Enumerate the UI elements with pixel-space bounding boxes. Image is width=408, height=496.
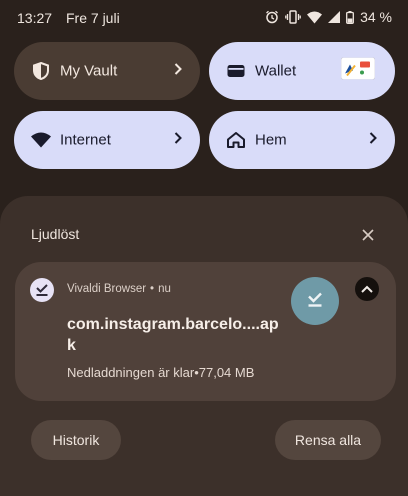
download-done-icon (306, 291, 324, 312)
payment-card-icon (340, 57, 376, 85)
download-complete-button[interactable] (291, 277, 339, 325)
battery-percent: 34 % (360, 9, 392, 25)
history-button[interactable]: Historik (31, 420, 121, 460)
wallet-icon (226, 61, 246, 81)
tile-label: Wallet (255, 62, 297, 80)
status-date: Fre 7 juli (66, 10, 120, 26)
download-done-icon (30, 278, 54, 302)
tile-label: Internet (60, 131, 111, 149)
home-icon (226, 130, 246, 150)
shield-icon (31, 61, 51, 81)
chevron-up-icon (361, 280, 373, 298)
vibrate-icon (285, 10, 301, 24)
notification-title: com.instagram.barcelo....apk (67, 316, 279, 354)
alarm-icon (265, 10, 279, 24)
notification-text: Nedladdningen är klar•77,04 MB (67, 365, 255, 380)
battery-icon (346, 10, 355, 24)
chevron-right-icon (174, 62, 182, 80)
status-icons: 34 % (265, 9, 392, 25)
status-bar: 13:27 Fre 7 juli 34 % (0, 0, 408, 36)
status-time: 13:27 (17, 10, 53, 26)
wifi-icon (31, 130, 51, 150)
wifi-signal-icon (307, 11, 323, 24)
section-title: Ljudlöst (31, 226, 80, 242)
cell-signal-icon (328, 11, 341, 23)
clear-all-button[interactable]: Rensa alla (275, 420, 381, 460)
tile-label: My Vault (60, 62, 118, 80)
header-separator: • (150, 283, 155, 295)
app-name: Vivaldi Browser (67, 283, 147, 295)
notification-time: nu (158, 283, 171, 295)
collapse-button[interactable] (355, 277, 379, 301)
tile-label: Hem (255, 131, 287, 149)
tile-internet[interactable]: Internet (14, 111, 200, 169)
tile-hem[interactable]: Hem (209, 111, 395, 169)
tile-wallet[interactable]: Wallet (209, 42, 395, 100)
chevron-right-icon (174, 131, 182, 149)
notification-header: Vivaldi Browser • nu (67, 283, 171, 295)
tile-my-vault[interactable]: My Vault (14, 42, 200, 100)
chevron-right-icon (369, 131, 377, 149)
close-icon[interactable] (361, 228, 375, 242)
